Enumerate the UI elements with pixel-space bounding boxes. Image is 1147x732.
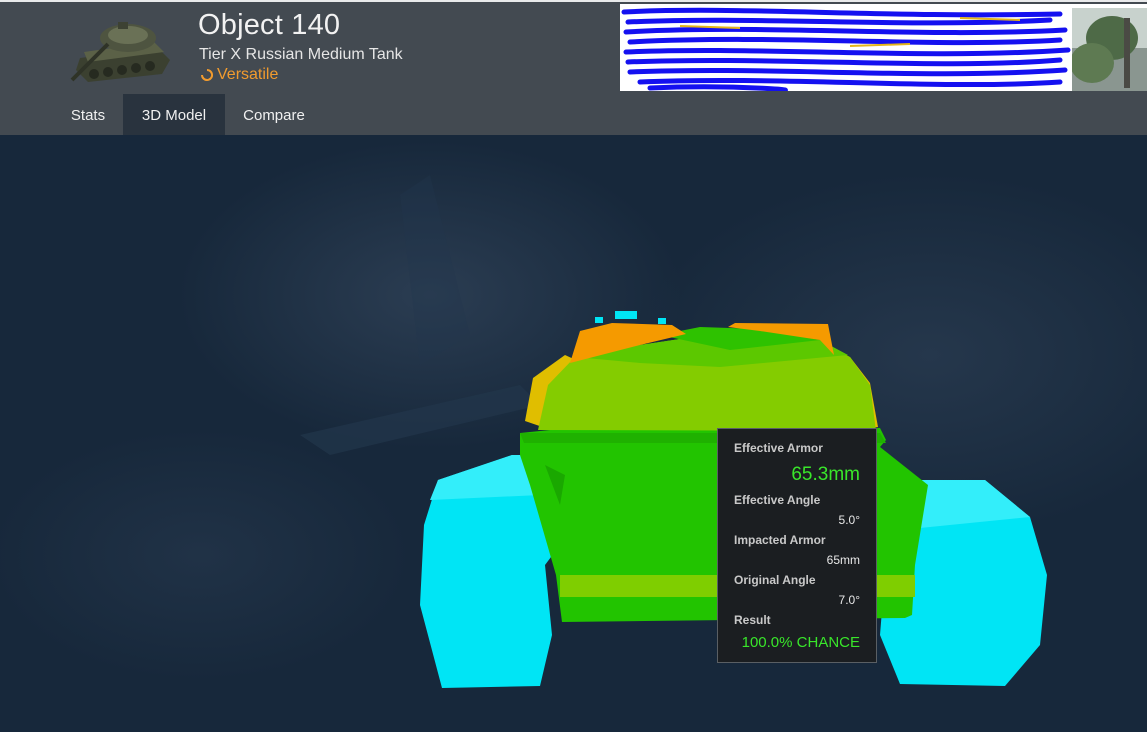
tab-stats[interactable]: Stats: [56, 94, 120, 135]
impacted-armor-value: 65mm: [826, 553, 860, 567]
original-angle-value: 7.0°: [838, 593, 860, 607]
banner-photo: [1072, 8, 1147, 91]
3d-viewport[interactable]: Effective Armor 65.3mm Effective Angle 5…: [0, 135, 1147, 732]
original-angle-label: Original Angle: [734, 573, 816, 587]
tab-bar: Stats 3D Model Compare: [0, 94, 1147, 135]
tab-compare[interactable]: Compare: [228, 94, 320, 135]
result-label: Result: [734, 613, 771, 627]
tank-thumbnail-icon: [70, 22, 170, 82]
tank-name: Object 140: [198, 9, 341, 41]
effective-armor-label: Effective Armor: [734, 441, 823, 455]
redaction-scribble: [621, 7, 1071, 91]
redacted-banner: [620, 4, 1147, 91]
tab-3d-model[interactable]: 3D Model: [123, 94, 225, 135]
result-value: 100.0% CHANCE: [741, 634, 860, 651]
effective-angle-value: 5.0°: [838, 513, 860, 527]
versatile-icon: [201, 69, 213, 81]
effective-armor-value: 65.3mm: [791, 464, 860, 485]
tank-role-label: Versatile: [217, 66, 279, 83]
armor-tooltip: Effective Armor 65.3mm Effective Angle 5…: [717, 428, 877, 663]
impacted-armor-label: Impacted Armor: [734, 533, 826, 547]
effective-angle-label: Effective Angle: [734, 493, 821, 507]
tank-header: Object 140 Tier X Russian Medium Tank Ve…: [0, 0, 1147, 94]
tank-role: Versatile: [201, 66, 278, 84]
tank-subtitle: Tier X Russian Medium Tank: [199, 46, 403, 63]
tank-armor-model[interactable]: [0, 135, 1147, 732]
top-border: [0, 0, 1147, 2]
